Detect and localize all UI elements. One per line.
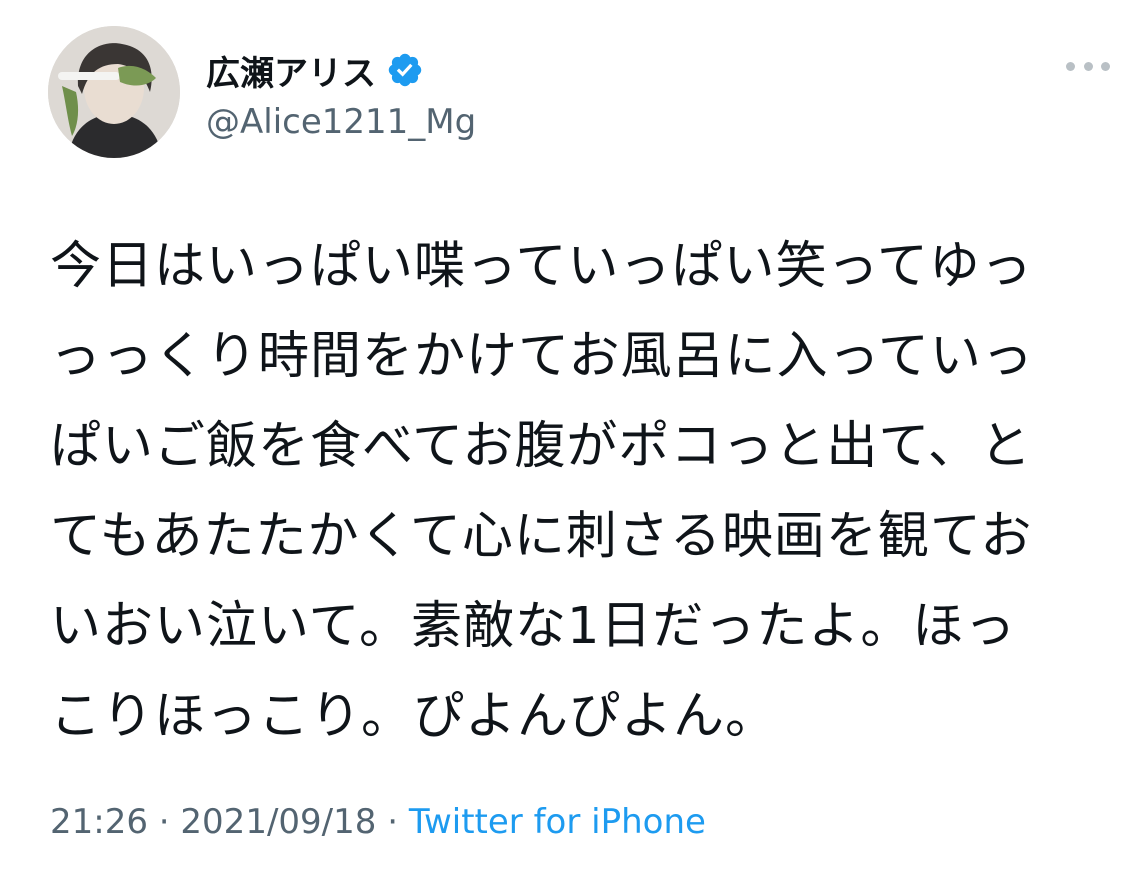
tweet-header: 広瀬アリス @Alice1211_Mg [48, 26, 1118, 160]
user-handle[interactable]: @Alice1211_Mg [206, 102, 476, 142]
meta-separator: · [376, 802, 409, 842]
more-options-icon[interactable] [1066, 56, 1110, 76]
tweet-text: 今日はいっぱい喋っていっぱい笑ってゆっ っっくり時間をかけてお風呂に入っていっ … [50, 222, 1114, 762]
user-block[interactable]: 広瀬アリス @Alice1211_Mg [206, 46, 476, 143]
verified-badge-icon [386, 51, 424, 89]
tweet-text-line: っっくり時間をかけてお風呂に入っていっ [50, 327, 1034, 386]
tweet-text-line: こりほっこり。ぴよんぴよん。 [50, 687, 777, 746]
tweet-text-line: いおい泣いて。素敵な1日だったよ。ほっ [50, 597, 1017, 656]
tweet-text-line: てもあたたかくて心に刺さる映画を観てお [50, 507, 1033, 566]
more-dot [1066, 61, 1075, 71]
tweet-meta: 21:26 · 2021/09/18 · Twitter for iPhone [50, 802, 706, 842]
tweet-source-link[interactable]: Twitter for iPhone [409, 802, 706, 842]
tweet-text-line: ぱいご飯を食べてお腹がポコっと出て、と [50, 417, 1032, 476]
more-dot [1083, 61, 1093, 71]
tweet-time[interactable]: 21:26 [50, 802, 148, 842]
tweet-card: 広瀬アリス @Alice1211_Mg 今日はいっぱい喋っていっぱい笑ってゆっ … [0, 0, 1126, 877]
tweet-date[interactable]: 2021/09/18 [180, 802, 376, 842]
meta-separator: · [147, 802, 181, 842]
tweet-text-line: 今日はいっぱい喋っていっぱい笑ってゆっ [50, 237, 1033, 296]
name-row: 広瀬アリス [206, 46, 476, 94]
more-dot [1101, 61, 1110, 71]
avatar-image [48, 26, 180, 158]
avatar[interactable] [48, 26, 180, 158]
display-name[interactable]: 広瀬アリス [206, 46, 376, 95]
